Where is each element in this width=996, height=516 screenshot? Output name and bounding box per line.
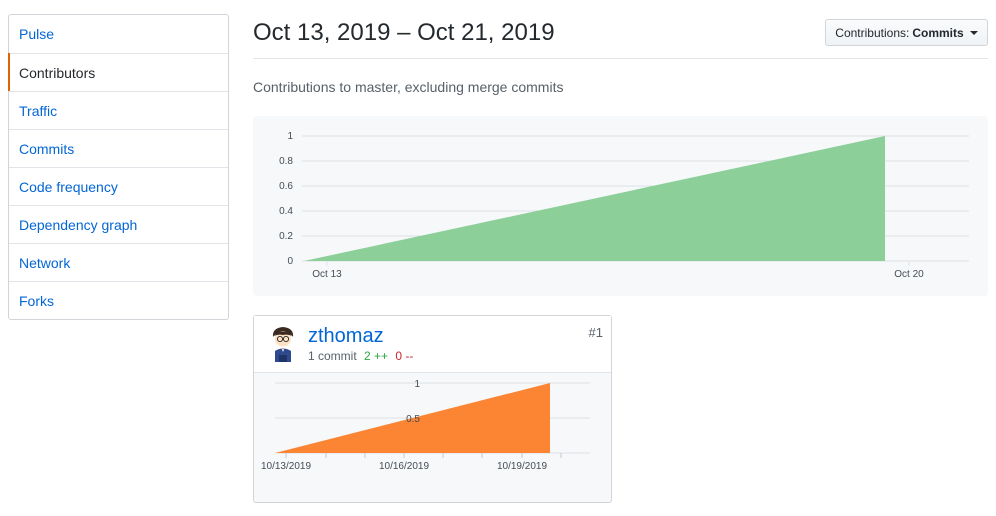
y-tick-label: 0.5 (406, 414, 420, 425)
insights-sidebar: Pulse Contributors Traffic Commits Code freq… (8, 14, 229, 320)
y-tick-label: 0 (287, 256, 293, 267)
x-tick-label: Oct 13 (312, 269, 342, 280)
contributor-chart: 1 0.5 10/13/2019 10/16/2019 10/19/2019 (254, 373, 611, 502)
sidebar-item-traffic[interactable]: Traffic (9, 91, 228, 129)
contributor-card-header: zthomaz 1 commit 2 ++ 0 -- #1 (254, 316, 611, 373)
deletions-count: 0 -- (395, 349, 414, 363)
cartoon-avatar-icon[interactable] (269, 325, 297, 363)
header-divider (253, 58, 988, 59)
sidebar-item-commits[interactable]: Commits (9, 129, 228, 167)
y-tick-label: 1 (287, 131, 293, 142)
x-tick-label: Oct 20 (894, 269, 924, 280)
contributions-subtitle: Contributions to master, excluding merge… (253, 79, 564, 95)
additions-count: 2 ++ (364, 349, 389, 363)
sidebar-item-forks[interactable]: Forks (9, 281, 228, 319)
contributions-chart-svg: 0 0.2 0.4 0.6 0.8 1 Oct 13 Oct 20 (279, 131, 969, 280)
contributor-rank: #1 (588, 325, 603, 340)
contributor-username-link[interactable]: zthomaz (308, 325, 384, 348)
x-tick-label: 10/13/2019 (261, 461, 311, 472)
date-range-heading: Oct 13, 2019 – Oct 21, 2019 (253, 19, 555, 46)
contributor-chart-svg: 1 0.5 10/13/2019 10/16/2019 10/19/2019 (261, 379, 590, 472)
y-tick-label: 0.8 (279, 156, 293, 167)
y-tick-label: 0.4 (279, 206, 293, 217)
y-tick-label: 0.2 (279, 231, 293, 242)
sidebar-item-code-frequency[interactable]: Code frequency (9, 167, 228, 205)
caret-down-icon (969, 30, 978, 35)
contributor-card: zthomaz 1 commit 2 ++ 0 -- #1 1 0.5 10/13/… (253, 315, 612, 503)
sidebar-item-contributors[interactable]: Contributors (8, 53, 228, 91)
y-tick-label: 1 (414, 379, 420, 390)
y-tick-label: 0.6 (279, 181, 293, 192)
commits-area (304, 136, 885, 261)
commit-count-link[interactable]: 1 commit (308, 349, 357, 363)
dropdown-value: Commits (912, 25, 964, 40)
x-tick-label: 10/16/2019 (379, 461, 429, 472)
contributor-stats: 1 commit 2 ++ 0 -- (308, 349, 413, 363)
x-tick-label: 10/19/2019 (497, 461, 547, 472)
contributions-dropdown[interactable]: Contributions: Commits (825, 19, 988, 46)
sidebar-item-network[interactable]: Network (9, 243, 228, 281)
dropdown-label: Contributions: (835, 25, 910, 40)
contributions-chart: 0 0.2 0.4 0.6 0.8 1 Oct 13 Oct 20 (253, 116, 988, 296)
sidebar-item-dependency-graph[interactable]: Dependency graph (9, 205, 228, 243)
sidebar-item-pulse[interactable]: Pulse (9, 15, 228, 53)
